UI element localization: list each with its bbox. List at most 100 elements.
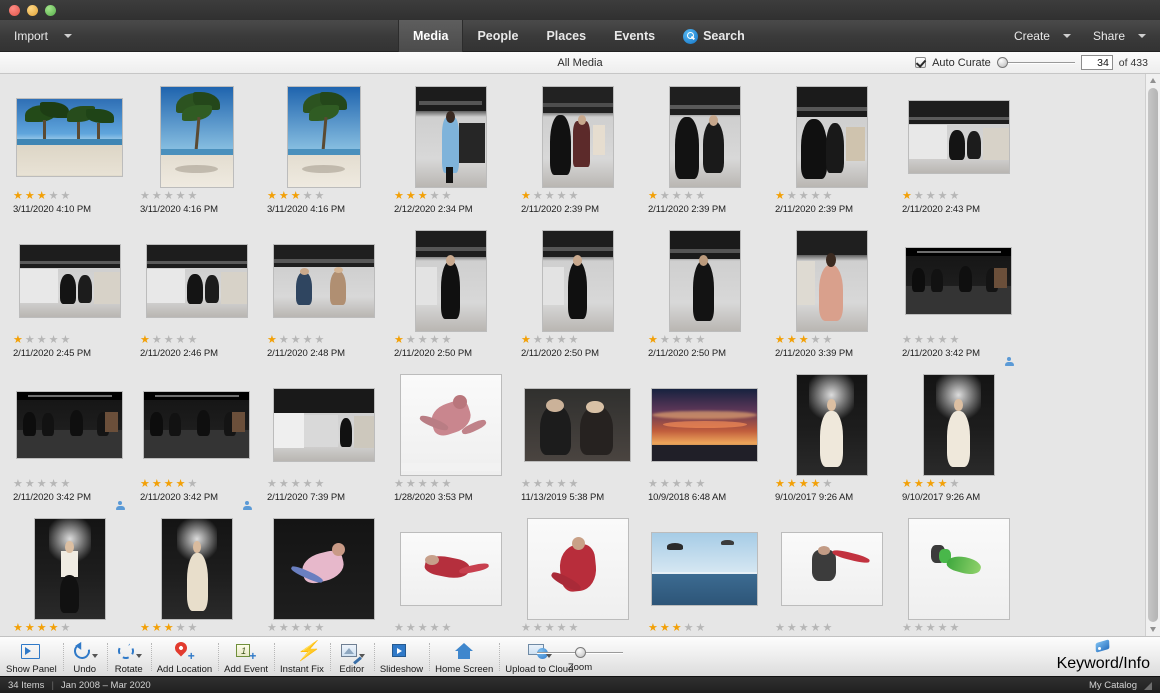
star-icon[interactable]: ★ [176,191,186,202]
media-thumbnail-cell[interactable]: ★★★★★3/11/2020 4:16 PM [260,83,387,227]
star-icon[interactable]: ★ [672,335,682,346]
star-icon[interactable]: ★ [696,623,706,634]
star-icon[interactable]: ★ [13,191,23,202]
tab-people[interactable]: People [463,20,532,52]
media-thumbnail-cell[interactable]: ★★★★★6/5/2016 2:32 PM [641,515,768,636]
tab-events[interactable]: Events [600,20,669,52]
photo-runway-backs[interactable] [797,87,867,187]
photo-runway-crowd[interactable] [670,87,740,187]
star-icon[interactable]: ★ [140,335,150,346]
photo-runway-audience2[interactable] [17,392,122,458]
person-tag-icon[interactable] [1004,357,1014,367]
star-icon[interactable]: ★ [569,335,579,346]
star-icon[interactable]: ★ [787,335,797,346]
thumbnail-image[interactable] [12,515,127,623]
star-icon[interactable]: ★ [406,623,416,634]
star-icon[interactable]: ★ [672,623,682,634]
media-thumbnail-cell[interactable]: ★★★★★2/11/2020 2:39 PM [641,83,768,227]
star-icon[interactable]: ★ [49,335,59,346]
star-icon[interactable]: ★ [25,623,35,634]
chevron-down-icon[interactable] [1063,34,1071,38]
media-thumbnail-cell[interactable]: ★★★★★2/11/2020 2:45 PM [6,227,133,371]
star-icon[interactable]: ★ [775,191,785,202]
photo-runway-audience[interactable] [906,248,1011,314]
star-icon[interactable]: ★ [521,623,531,634]
star-icon[interactable]: ★ [303,479,313,490]
media-thumbnail-cell[interactable]: ★★★★★9/10/2017 9:26 AM [133,515,260,636]
star-icon[interactable]: ★ [279,623,289,634]
star-icon[interactable]: ★ [823,335,833,346]
instant-fix-button[interactable]: ⚡ Instant Fix [274,637,330,677]
star-icon[interactable]: ★ [648,479,658,490]
add-event-button[interactable]: + Add Event [218,637,274,677]
thumbnail-image[interactable] [774,515,889,623]
star-icon[interactable]: ★ [696,479,706,490]
photo-runway-blue-dress[interactable] [416,87,486,187]
star-icon[interactable]: ★ [442,191,452,202]
star-icon[interactable]: ★ [950,623,960,634]
media-thumbnail-cell[interactable]: ★★★★★10/9/2018 6:48 AM [641,371,768,515]
star-rating[interactable]: ★★★★★ [140,335,254,346]
media-thumbnail-cell[interactable]: ★★★★★1/14/2016 8:09 PM [768,515,895,636]
star-icon[interactable]: ★ [61,191,71,202]
home-screen-button[interactable]: Home Screen [429,637,499,677]
star-icon[interactable]: ★ [775,623,785,634]
add-location-button[interactable]: + Add Location [151,637,218,677]
thumbnail-image[interactable] [393,83,508,191]
media-thumbnail-cell[interactable]: ★★★★★3/11/2020 4:16 PM [133,83,260,227]
media-thumbnail-cell[interactable]: ★★★★★2/21/2017 1:24 PM [387,515,514,636]
star-icon[interactable]: ★ [545,335,555,346]
star-icon[interactable]: ★ [648,623,658,634]
star-icon[interactable]: ★ [49,479,59,490]
star-icon[interactable]: ★ [902,623,912,634]
star-icon[interactable]: ★ [684,479,694,490]
star-icon[interactable]: ★ [799,623,809,634]
star-rating[interactable]: ★★★★★ [394,335,508,346]
star-icon[interactable]: ★ [164,191,174,202]
star-icon[interactable]: ★ [140,623,150,634]
star-icon[interactable]: ★ [902,191,912,202]
star-icon[interactable]: ★ [811,191,821,202]
star-icon[interactable]: ★ [521,479,531,490]
star-icon[interactable]: ★ [787,191,797,202]
curate-slider[interactable] [997,57,1075,69]
star-icon[interactable]: ★ [176,623,186,634]
star-icon[interactable]: ★ [430,335,440,346]
star-icon[interactable]: ★ [545,623,555,634]
star-icon[interactable]: ★ [914,623,924,634]
star-rating[interactable]: ★★★★★ [13,191,127,202]
thumbnail-image[interactable] [266,515,381,623]
star-icon[interactable]: ★ [394,479,404,490]
star-icon[interactable]: ★ [950,479,960,490]
star-icon[interactable]: ★ [140,479,150,490]
star-rating[interactable]: ★★★★★ [267,191,381,202]
star-icon[interactable]: ★ [533,479,543,490]
star-icon[interactable]: ★ [442,335,452,346]
photo-dancer-red-pose[interactable] [528,519,628,619]
minimize-icon[interactable] [27,5,38,16]
star-icon[interactable]: ★ [291,623,301,634]
photo-runway-white-gown[interactable] [797,375,867,475]
thumbnail-image[interactable] [901,83,1016,191]
photo-runway-hall2[interactable] [147,245,247,317]
star-icon[interactable]: ★ [926,479,936,490]
photo-gallery-hall[interactable] [274,389,374,461]
star-icon[interactable]: ★ [13,623,23,634]
star-rating[interactable]: ★★★★★ [521,479,635,490]
star-rating[interactable]: ★★★★★ [140,191,254,202]
photo-runway-black-suit[interactable] [416,231,486,331]
star-icon[interactable]: ★ [799,335,809,346]
star-icon[interactable]: ★ [545,479,555,490]
thumbnail-image[interactable] [393,227,508,335]
media-thumbnail-cell[interactable]: ★★★★★2/11/2020 3:42 PM [6,371,133,515]
star-icon[interactable]: ★ [418,335,428,346]
media-thumbnail-cell[interactable]: ★★★★★2/11/2020 3:42 PM [895,227,1022,371]
media-thumbnail-cell[interactable]: ★★★★★2/21/2017 7:39 AM [260,515,387,636]
star-icon[interactable]: ★ [49,623,59,634]
media-thumbnail-cell[interactable]: ★★★★★9/10/2017 9:26 AM [895,371,1022,515]
star-icon[interactable]: ★ [279,479,289,490]
star-icon[interactable]: ★ [188,191,198,202]
star-icon[interactable]: ★ [418,623,428,634]
media-thumbnail-cell[interactable]: ★★★★★9/10/2017 9:26 AM [6,515,133,636]
media-thumbnail-cell[interactable]: ★★★★★9/10/2017 9:26 AM [768,371,895,515]
